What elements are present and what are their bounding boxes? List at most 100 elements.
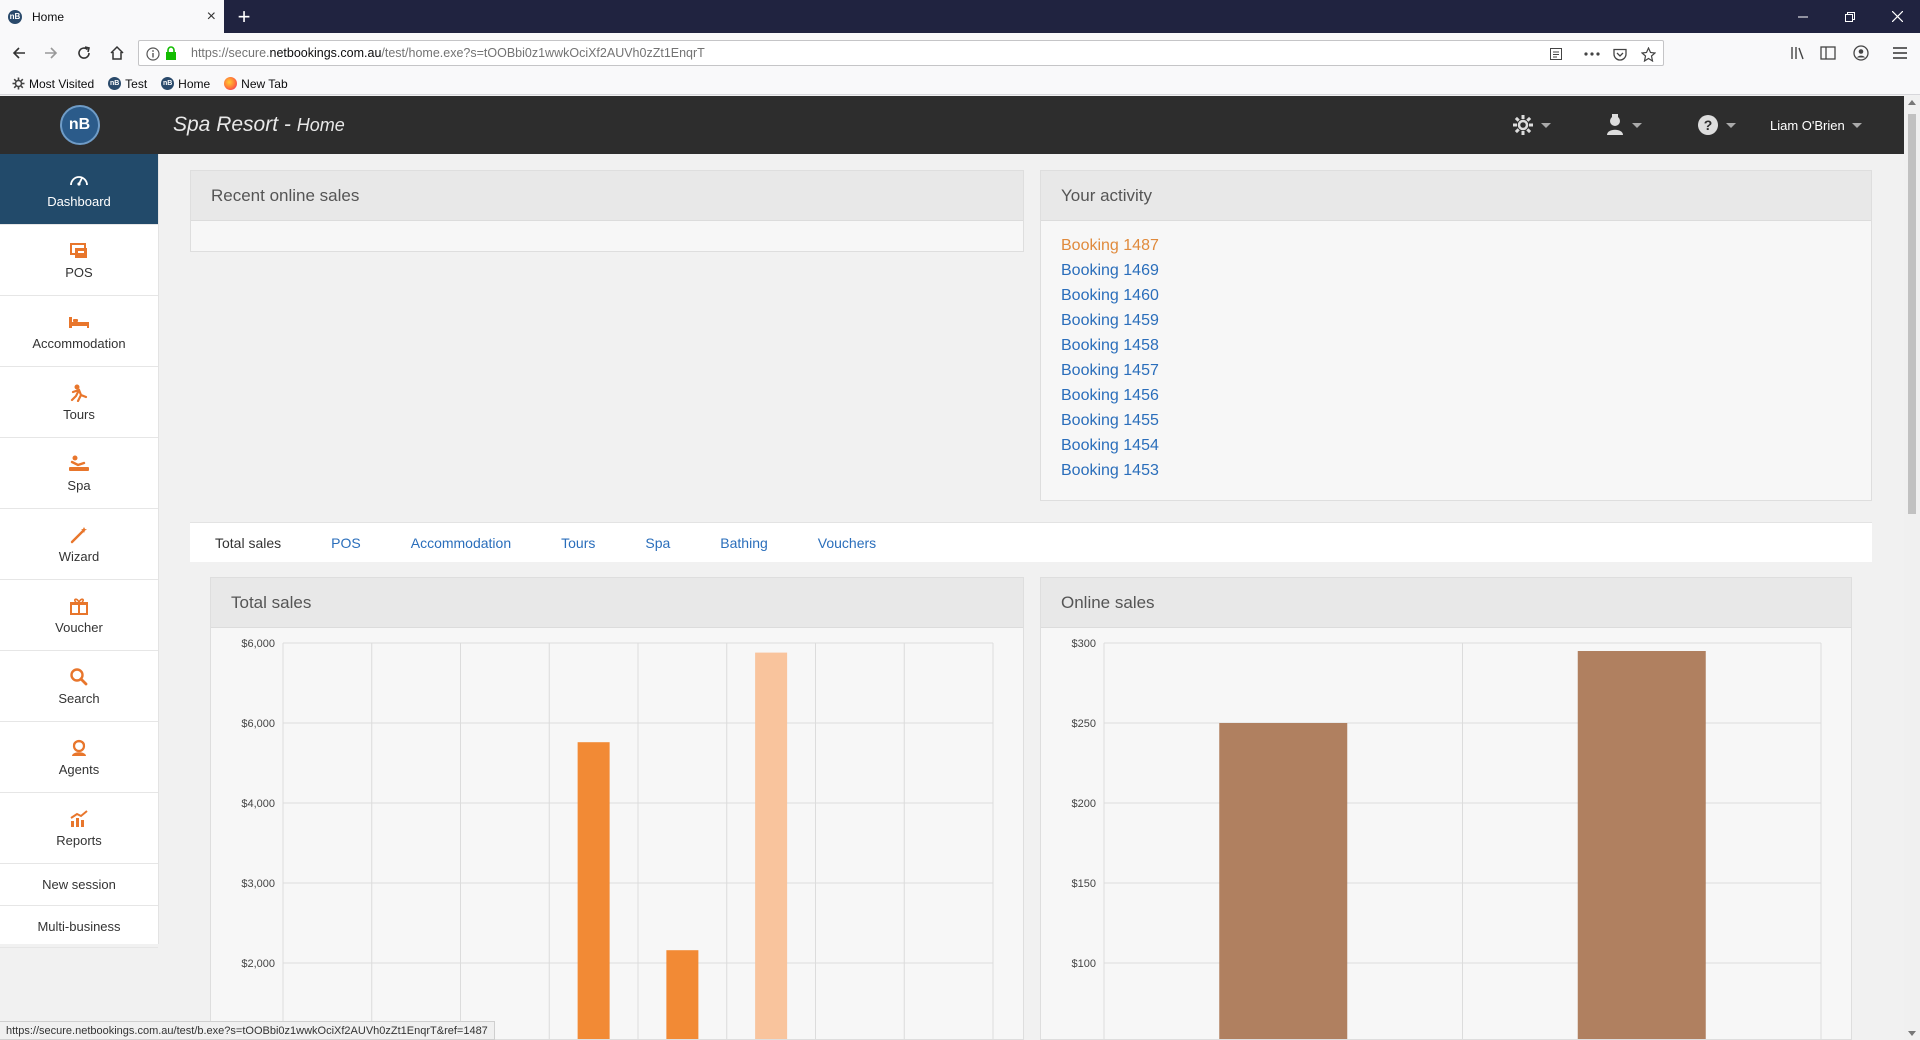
settings-menu[interactable] [1512, 113, 1551, 137]
bookmark-new-tab[interactable]: New Tab [224, 76, 288, 91]
bookmark-test[interactable]: nB Test [108, 77, 147, 91]
page-scrollbar[interactable] [1904, 96, 1920, 1040]
bookmark-star-icon[interactable] [1639, 45, 1657, 63]
bookmark-label: New Tab [241, 76, 288, 91]
y-tick-label: $3,000 [241, 878, 275, 890]
recent-online-sales-panel: Recent online sales [190, 170, 1024, 252]
chart-bar[interactable] [666, 950, 699, 1040]
secure-lock-icon [164, 46, 178, 61]
gift-icon [69, 596, 89, 616]
tab-tours[interactable]: Tours [536, 535, 620, 551]
activity-list: Booking 1487 Booking 1469 Booking 1460 B… [1041, 221, 1871, 495]
scroll-up-icon[interactable] [1908, 100, 1916, 105]
netbookings-logo: nB [59, 105, 100, 145]
bookmark-most-visited[interactable]: Most Visited [12, 77, 94, 91]
bookmark-home[interactable]: nB Home [161, 77, 210, 91]
restore-window-icon[interactable] [1827, 0, 1873, 33]
tab-pos[interactable]: POS [306, 535, 386, 551]
back-icon[interactable] [6, 40, 32, 66]
sidebar-item-spa[interactable]: Spa [0, 438, 158, 509]
tab-spa[interactable]: Spa [620, 535, 695, 551]
chart-bar[interactable] [1219, 723, 1348, 1040]
tab-vouchers[interactable]: Vouchers [793, 535, 901, 551]
tab-total-sales[interactable]: Total sales [190, 535, 306, 551]
activity-link-booking[interactable]: Booking 1469 [1061, 258, 1851, 283]
chart-title: Online sales [1041, 578, 1851, 628]
activity-link-booking[interactable]: Booking 1458 [1061, 333, 1851, 358]
scroll-down-icon[interactable] [1908, 1031, 1916, 1036]
tab-bathing[interactable]: Bathing [695, 535, 792, 551]
forward-icon[interactable] [38, 40, 64, 66]
sidebar-item-reports[interactable]: Reports [0, 793, 158, 864]
sidebar-item-accommodation[interactable]: Accommodation [0, 296, 158, 367]
svg-text:?: ? [1704, 117, 1713, 133]
page-actions-menu-icon[interactable] [1583, 45, 1601, 63]
app-header: nB Spa Resort - Home ? Liam O'Brien [0, 96, 1904, 154]
activity-link-booking[interactable]: Booking 1455 [1061, 408, 1851, 433]
minimize-window-icon[interactable] [1780, 0, 1826, 33]
sidebar-item-pos[interactable]: POS [0, 225, 158, 296]
activity-link-booking[interactable]: Booking 1460 [1061, 283, 1851, 308]
agent-menu[interactable] [1605, 113, 1642, 137]
sidebar-item-label: Voucher [55, 619, 103, 635]
sidebar-item-label: Search [58, 690, 100, 706]
library-icon[interactable] [1785, 40, 1811, 66]
new-session-link[interactable]: New session [0, 864, 158, 906]
sidebar-item-label: Agents [58, 761, 100, 777]
address-bar[interactable]: https://secure.netbookings.com.au/test/h… [138, 40, 1664, 66]
activity-link-booking[interactable]: Booking 1453 [1061, 458, 1851, 483]
sidebar-item-label: Dashboard [47, 193, 111, 209]
panel-title: Your activity [1041, 171, 1871, 221]
sidebar-item-wizard[interactable]: Wizard [0, 509, 158, 580]
url-text: https://secure.netbookings.com.au/test/h… [191, 46, 705, 60]
sidebar-item-tours[interactable]: Tours [0, 367, 158, 438]
activity-link-booking[interactable]: Booking 1487 [1061, 233, 1851, 258]
agent-icon [69, 738, 89, 758]
sales-tabs: Total sales POS Accommodation Tours Spa … [190, 522, 1872, 562]
dashboard-gauge-icon [69, 170, 89, 190]
logo-link[interactable]: nB [0, 96, 159, 154]
close-tab-icon[interactable]: × [207, 8, 216, 25]
your-activity-panel: Your activity Booking 1487 Booking 1469 … [1040, 170, 1872, 501]
sidebar-item-label: Spa [67, 477, 91, 493]
user-name: Liam O'Brien [1770, 117, 1845, 133]
bookmarks-toolbar: Most Visited nB Test nB Home New Tab [0, 73, 1920, 95]
chart-bar[interactable] [755, 652, 788, 1040]
multi-business-link[interactable]: Multi-business [0, 906, 158, 948]
chart-bar[interactable] [1577, 651, 1706, 1040]
firefox-account-icon[interactable] [1848, 40, 1874, 66]
sidebars-icon[interactable] [1815, 40, 1841, 66]
sidebar-item-search[interactable]: Search [0, 651, 158, 722]
reload-icon[interactable] [71, 40, 97, 66]
home-icon[interactable] [104, 40, 130, 66]
reader-view-icon[interactable] [1547, 45, 1565, 63]
business-name: Spa Resort [173, 113, 279, 136]
activity-link-booking[interactable]: Booking 1456 [1061, 383, 1851, 408]
y-tick-label: $6,000 [241, 638, 275, 650]
close-window-icon[interactable] [1874, 0, 1920, 33]
total-sales-chart: $6,000 $6,000 $4,000 $3,000 $2,000 [241, 638, 994, 1040]
sidebar-item-voucher[interactable]: Voucher [0, 580, 158, 651]
user-menu[interactable]: Liam O'Brien [1770, 113, 1862, 137]
title-separator: - [278, 113, 297, 136]
activity-link-booking[interactable]: Booking 1454 [1061, 433, 1851, 458]
tab-accommodation[interactable]: Accommodation [386, 535, 536, 551]
bookmark-label: Test [125, 76, 148, 91]
sidebar: Dashboard POS Accommodation Tours Spa Wi… [0, 154, 159, 948]
sidebar-item-agents[interactable]: Agents [0, 722, 158, 793]
page-name: Home [296, 115, 345, 135]
scroll-thumb[interactable] [1908, 114, 1916, 514]
browser-tab[interactable]: nB Home × [0, 0, 224, 33]
bookmark-label: Home [178, 76, 211, 91]
hamburger-menu-icon[interactable] [1887, 40, 1913, 66]
site-info-icon[interactable] [146, 47, 160, 61]
new-tab-button[interactable]: + [231, 4, 257, 30]
sidebar-item-dashboard[interactable]: Dashboard [0, 154, 158, 225]
y-tick-label: $6,000 [241, 718, 275, 730]
pos-register-icon [69, 241, 89, 261]
activity-link-booking[interactable]: Booking 1459 [1061, 308, 1851, 333]
chart-bar[interactable] [577, 742, 610, 1040]
activity-link-booking[interactable]: Booking 1457 [1061, 358, 1851, 383]
help-menu[interactable]: ? [1697, 113, 1736, 137]
pocket-icon[interactable] [1611, 45, 1629, 63]
